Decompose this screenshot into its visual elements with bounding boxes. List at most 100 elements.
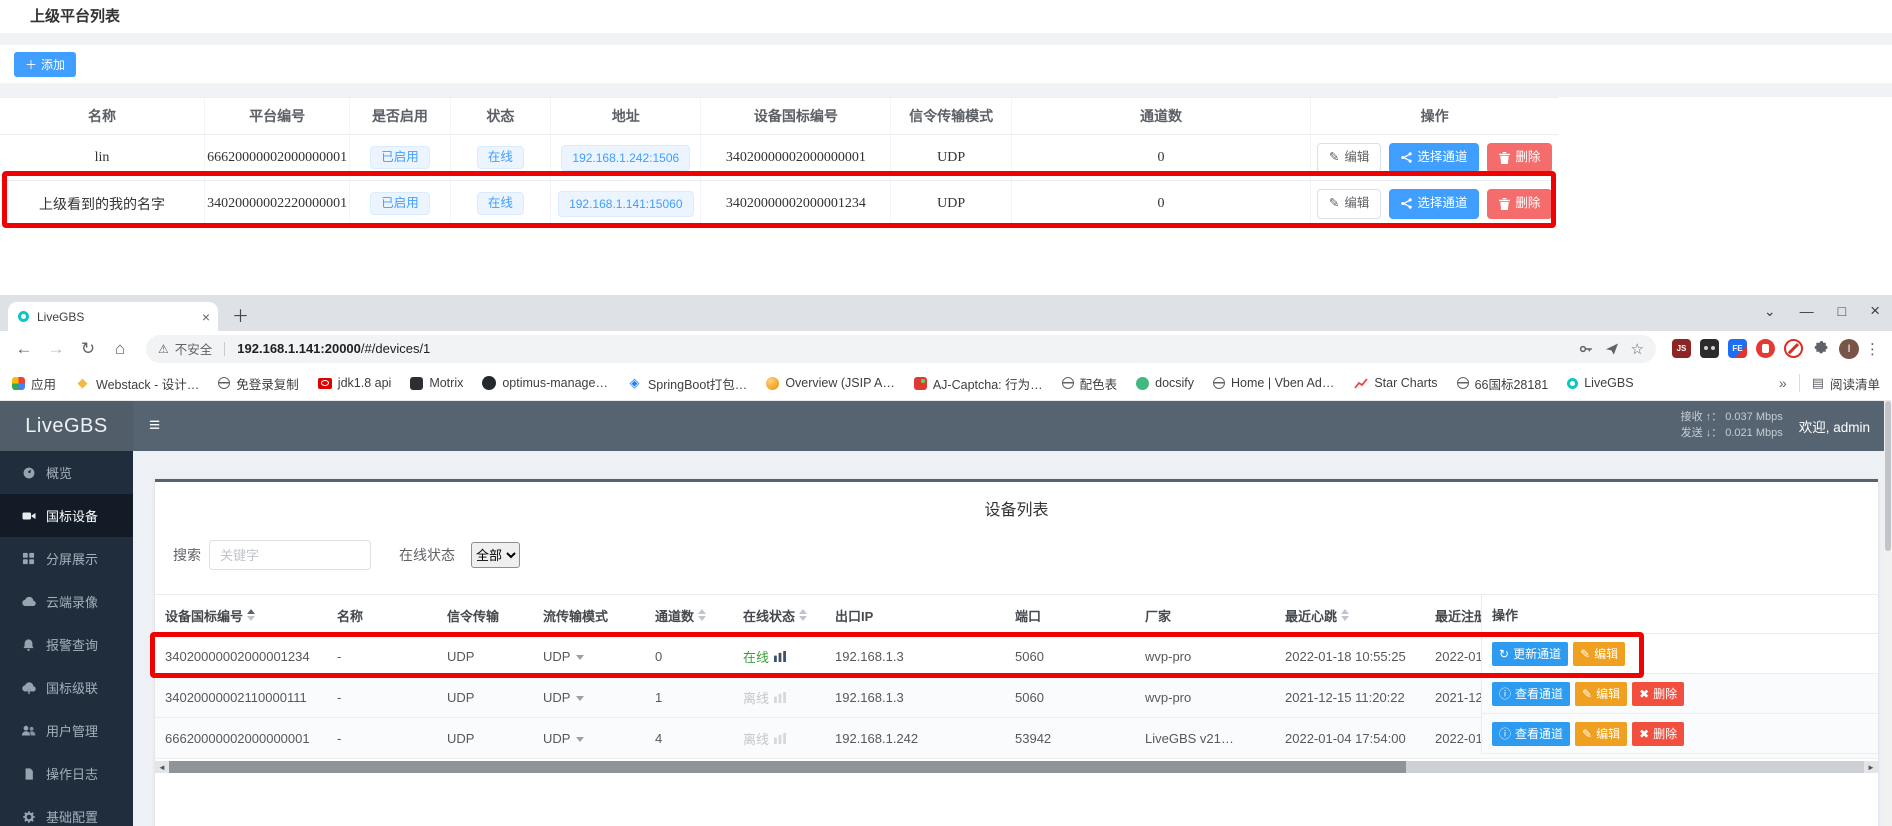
send-share-icon[interactable]	[1605, 342, 1619, 356]
search-input[interactable]	[209, 540, 371, 570]
delete-button[interactable]: 删除	[1487, 189, 1552, 219]
maximize-button[interactable]: □	[1838, 303, 1846, 319]
back-button[interactable]: ←	[10, 339, 38, 359]
extension-adblock-icon[interactable]	[1756, 339, 1775, 358]
bookmark-item[interactable]: AJ-Captcha: 行为…	[914, 374, 1043, 393]
online-status-select[interactable]: 全部	[471, 542, 520, 568]
sort-carets-icon[interactable]	[1341, 609, 1349, 621]
sidebar-item-bell[interactable]: 报警查询	[0, 623, 133, 666]
browser-menu-icon[interactable]: ⋮	[1865, 340, 1880, 358]
profile-avatar[interactable]: I	[1839, 339, 1859, 359]
bookmark-item[interactable]: Home | Vben Ad…	[1213, 376, 1334, 390]
select-channel-button[interactable]: 选择通道	[1389, 143, 1479, 173]
home-button[interactable]: ⌂	[106, 339, 134, 359]
extension-js-icon[interactable]: JS	[1672, 339, 1691, 358]
bookmark-star-icon[interactable]: ☆	[1631, 340, 1644, 358]
tab-close-icon[interactable]: ×	[202, 310, 210, 324]
bookmark-item[interactable]: ◆Webstack - 设计…	[75, 374, 199, 393]
reading-list-button[interactable]: ▤ 阅读清单	[1812, 374, 1880, 393]
bandwidth-chart-icon[interactable]	[774, 651, 786, 662]
select-channel-label: 选择通道	[1417, 197, 1467, 210]
bookmark-item[interactable]: docsify	[1136, 376, 1194, 390]
password-key-icon[interactable]	[1579, 342, 1593, 356]
app-logo[interactable]: LiveGBS	[0, 401, 133, 451]
sidebar-item-grid[interactable]: 分屏展示	[0, 537, 133, 580]
scroll-right-arrow[interactable]: ►	[1864, 761, 1878, 773]
delete-button[interactable]: ✖删除	[1632, 682, 1684, 706]
device-col-header[interactable]: 流传输模式	[533, 606, 645, 625]
bookmark-item[interactable]: ◈SpringBoot打包…	[627, 374, 747, 393]
bookmark-item[interactable]: Star Charts	[1353, 376, 1437, 391]
close-button[interactable]: ×	[1870, 301, 1880, 321]
bandwidth-chart-icon[interactable]	[774, 733, 786, 744]
sort-carets-icon[interactable]	[799, 609, 807, 621]
edit-button[interactable]: ✎编辑	[1317, 143, 1382, 173]
forward-button[interactable]: →	[42, 339, 70, 359]
view-channels-button[interactable]: ⓘ查看通道	[1492, 722, 1570, 746]
add-button[interactable]: ＋ 添加	[14, 52, 76, 77]
hamburger-menu-icon[interactable]: ≡	[149, 415, 160, 437]
bookmark-item[interactable]: 66国标28181	[1457, 374, 1549, 393]
reload-button[interactable]: ↻	[74, 339, 102, 359]
scrollbar-thumb[interactable]	[169, 761, 1406, 773]
sort-carets-icon[interactable]	[698, 609, 706, 621]
update-channels-button[interactable]: ↻更新通道	[1492, 642, 1568, 666]
sort-carets-icon[interactable]	[247, 609, 255, 621]
welcome-user[interactable]: 欢迎, admin	[1799, 416, 1870, 436]
bookmarks-overflow-chevron[interactable]: »	[1779, 375, 1787, 391]
device-col-header[interactable]: 名称	[327, 606, 437, 625]
device-col-header[interactable]: 出口IP	[825, 606, 1005, 625]
signal-cell: UDP	[437, 731, 533, 746]
device-col-header[interactable]: 在线状态	[733, 606, 825, 625]
vertical-scrollbar-thumb[interactable]	[1885, 401, 1891, 551]
extension-tampermonkey-icon[interactable]	[1700, 339, 1719, 358]
sidebar-item-file[interactable]: 操作日志	[0, 752, 133, 795]
chevron-down-icon[interactable]: ⌄	[1764, 303, 1776, 320]
device-col-header[interactable]: 端口	[1005, 606, 1135, 625]
minimize-button[interactable]: —	[1800, 303, 1814, 319]
bookmark-item[interactable]: optimus-manage…	[482, 376, 608, 390]
navbar-right: 接收 ↑： 0.037 Mbps 发送 ↓： 0.021 Mbps 欢迎, ad…	[1681, 410, 1892, 442]
edit-button[interactable]: ✎编辑	[1575, 722, 1627, 746]
platform-actions-cell: ✎编辑选择通道删除	[1311, 135, 1558, 180]
stream-mode-cell[interactable]: UDP	[533, 690, 645, 705]
sidebar-item-video[interactable]: 国标设备	[0, 494, 133, 537]
scroll-left-arrow[interactable]: ◄	[155, 761, 169, 773]
device-col-header[interactable]: 通道数	[645, 606, 733, 625]
scrollbar-track[interactable]	[169, 761, 1864, 773]
bookmark-item[interactable]: LiveGBS	[1567, 376, 1633, 390]
sidebar-item-gauge[interactable]: 概览	[0, 451, 133, 494]
device-col-header[interactable]: 设备国标编号	[155, 606, 327, 625]
sidebar-item-gear[interactable]: 基础配置	[0, 795, 133, 826]
delete-button[interactable]: ✖删除	[1632, 722, 1684, 746]
stream-mode-cell[interactable]: UDP	[533, 649, 645, 664]
extension-fehelper-icon[interactable]: FE	[1728, 339, 1747, 358]
device-col-header[interactable]: 最近心跳	[1275, 606, 1425, 625]
online-status-text: 离线	[743, 691, 769, 706]
edit-button[interactable]: ✎编辑	[1573, 642, 1625, 666]
bookmark-item[interactable]: 配色表	[1062, 374, 1118, 393]
delete-button[interactable]: 删除	[1487, 143, 1552, 173]
edit-button[interactable]: ✎编辑	[1575, 682, 1627, 706]
extension-blocker-icon[interactable]	[1784, 339, 1803, 358]
bandwidth-chart-icon[interactable]	[774, 692, 786, 703]
new-tab-button[interactable]: ＋	[232, 302, 249, 327]
device-col-header[interactable]: 厂家	[1135, 606, 1275, 625]
stream-mode-cell[interactable]: UDP	[533, 731, 645, 746]
bookmark-item[interactable]: Motrix	[410, 376, 463, 390]
address-bar[interactable]: ⚠ 不安全 192.168.1.141:20000/#/devices/1 ☆	[146, 335, 1656, 363]
bookmark-item[interactable]: Overview (JSIP A…	[766, 376, 895, 390]
bookmark-item[interactable]: 免登录复制	[218, 374, 299, 393]
sidebar-item-cloud[interactable]: 云端录像	[0, 580, 133, 623]
browser-tab[interactable]: LiveGBS ×	[8, 302, 218, 331]
select-channel-button[interactable]: 选择通道	[1389, 189, 1479, 219]
sidebar-item-cloudup[interactable]: 国标级联	[0, 666, 133, 709]
edit-button[interactable]: ✎编辑	[1317, 189, 1382, 219]
device-col-header[interactable]: 信令传输	[437, 606, 533, 625]
motrix-favicon	[410, 377, 423, 390]
bookmark-item[interactable]: 应用	[12, 374, 56, 393]
bookmark-item[interactable]: jdk1.8 api	[318, 376, 392, 390]
view-channels-button[interactable]: ⓘ查看通道	[1492, 682, 1570, 706]
sidebar-item-users[interactable]: 用户管理	[0, 709, 133, 752]
extensions-puzzle-icon[interactable]	[1812, 339, 1831, 358]
